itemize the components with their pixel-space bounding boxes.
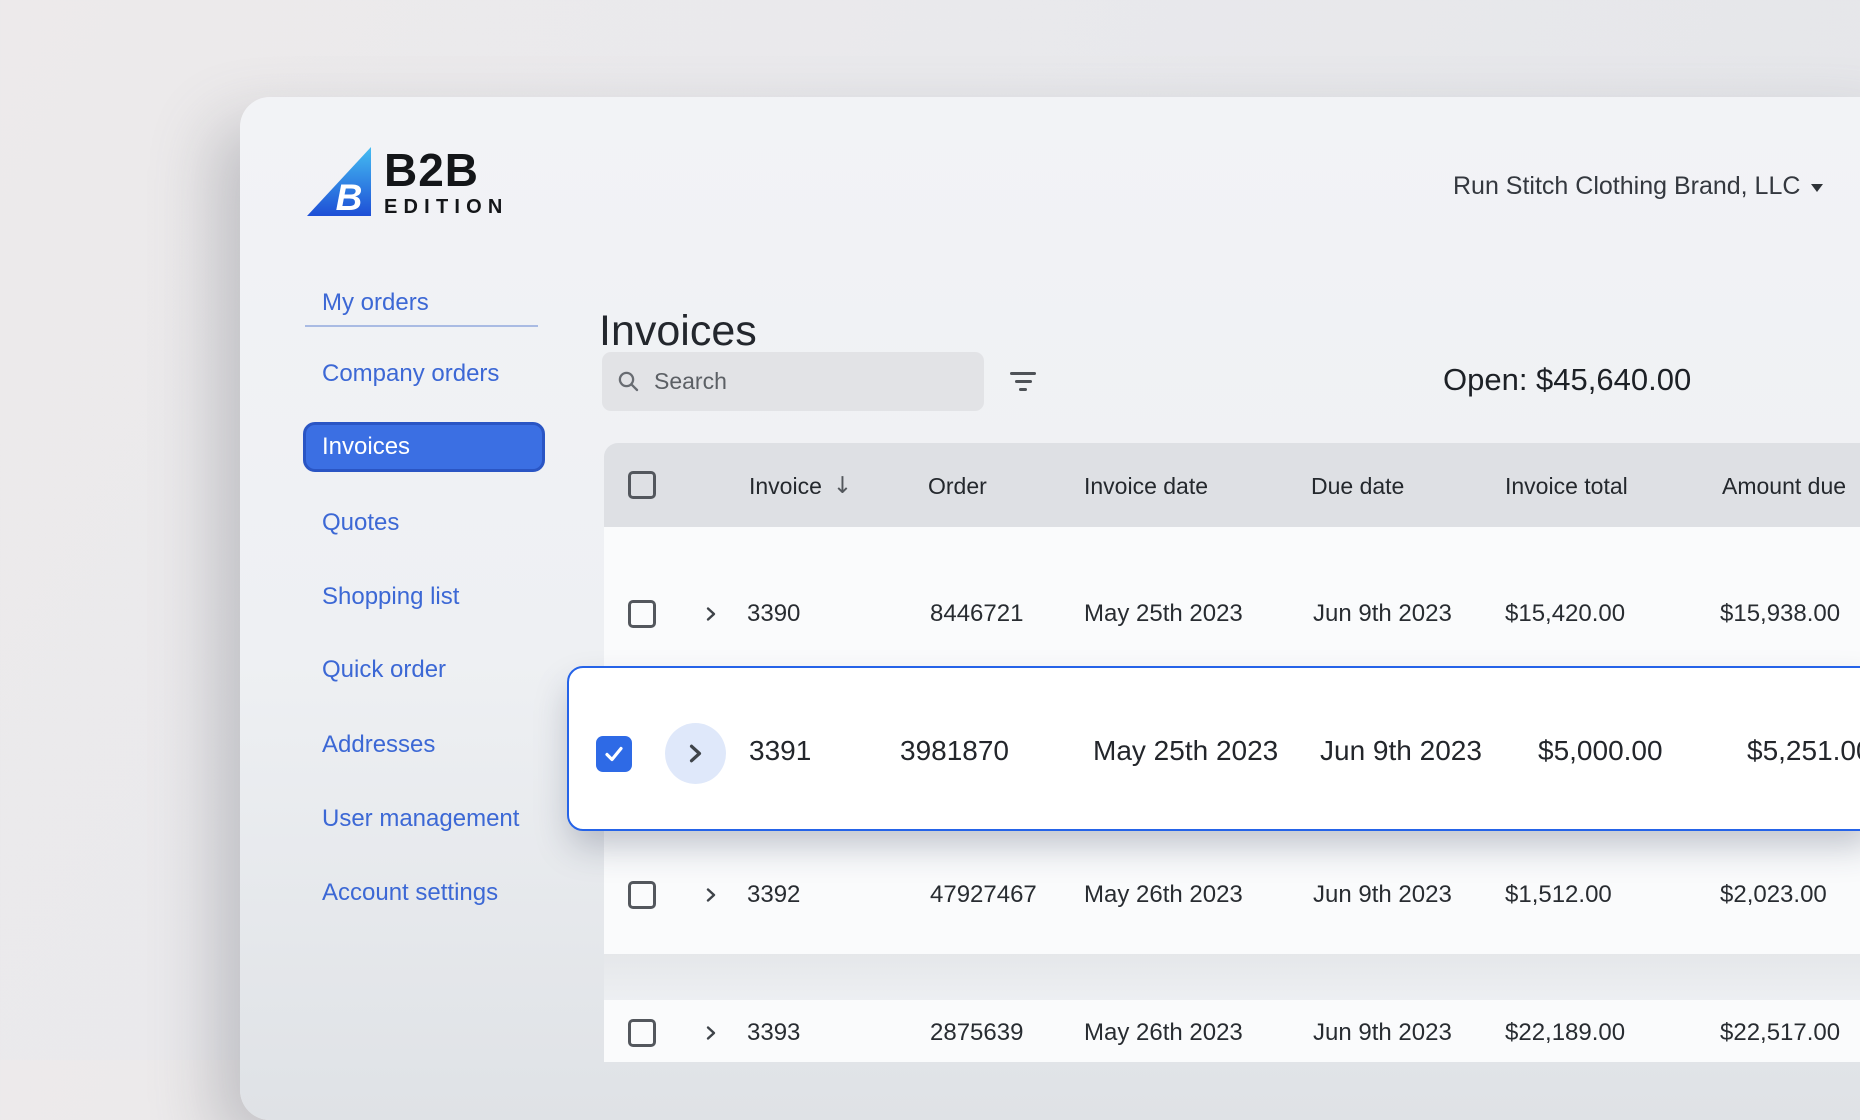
brand-logo[interactable]: B B2B EDITION: [307, 147, 509, 219]
invoices-table-header: Invoice ↓ Order Invoice date Due date In…: [604, 443, 1860, 527]
cell-invoice-total: $22,189.00: [1505, 1018, 1625, 1048]
column-header-due-date[interactable]: Due date: [1311, 472, 1404, 500]
cell-invoice-date: May 26th 2023: [1084, 880, 1243, 910]
cell-amount-due: $5,251.00: [1747, 734, 1860, 768]
sidebar-item-shopping-list[interactable]: Shopping list: [322, 582, 459, 612]
column-header-invoice-total[interactable]: Invoice total: [1505, 472, 1628, 500]
sidebar-item-invoices-active[interactable]: Invoices: [303, 422, 545, 472]
row-checkbox[interactable]: [628, 600, 656, 628]
cell-order: 3981870: [900, 734, 1009, 768]
expand-chevron-icon[interactable]: [703, 887, 719, 903]
svg-text:B: B: [336, 177, 363, 216]
cell-amount-due: $22,517.00: [1720, 1018, 1840, 1048]
cell-due-date: Jun 9th 2023: [1313, 880, 1452, 910]
rows-gap-band: [604, 954, 1860, 1000]
column-header-order[interactable]: Order: [928, 472, 987, 500]
table-row-invoice-3393[interactable]: 3393 2875639 May 26th 2023 Jun 9th 2023 …: [604, 1000, 1860, 1062]
table-row-invoice-3390[interactable]: 3390 8446721 May 25th 2023 Jun 9th 2023 …: [604, 527, 1860, 666]
invoice-search: [602, 352, 984, 411]
cell-order: 8446721: [930, 599, 1023, 629]
expand-chevron-icon[interactable]: [703, 1025, 719, 1041]
cell-due-date: Jun 9th 2023: [1313, 599, 1452, 629]
filter-icon: [1010, 372, 1036, 375]
open-amount-summary: Open: $45,640.00: [1443, 361, 1691, 399]
sort-arrow-icon: ↓: [833, 472, 852, 500]
cell-order: 2875639: [930, 1018, 1023, 1048]
company-selector-label: Run Stitch Clothing Brand, LLC: [1453, 171, 1800, 201]
row-checkbox[interactable]: [628, 881, 656, 909]
caret-down-icon: [1811, 184, 1823, 192]
sidebar-item-company-orders[interactable]: Company orders: [322, 359, 499, 389]
cell-due-date: Jun 9th 2023: [1313, 1018, 1452, 1048]
logo-text-sub: EDITION: [384, 196, 509, 219]
cell-invoice-total: $5,000.00: [1538, 734, 1663, 768]
cell-invoice: 3392: [747, 880, 800, 910]
search-icon: [617, 370, 640, 393]
expand-chevron-icon: [685, 743, 706, 764]
cell-amount-due: $2,023.00: [1720, 880, 1827, 910]
table-row-invoice-3391-selected[interactable]: 3391 3981870 May 25th 2023 Jun 9th 2023 …: [567, 666, 1860, 831]
checkmark-icon: [603, 743, 625, 765]
cell-invoice-total: $15,420.00: [1505, 599, 1625, 629]
cell-invoice: 3393: [747, 1018, 800, 1048]
sidebar-item-account-settings[interactable]: Account settings: [322, 878, 498, 908]
sidebar-item-invoices-label: Invoices: [322, 433, 410, 461]
b2b-logo-mark-icon: B: [307, 147, 371, 216]
row-checkbox-checked[interactable]: [596, 736, 632, 772]
table-row-invoice-3392[interactable]: 3392 47927467 May 26th 2023 Jun 9th 2023…: [604, 831, 1860, 954]
column-header-amount-due[interactable]: Amount due: [1722, 472, 1846, 500]
cell-invoice-date: May 25th 2023: [1093, 734, 1278, 768]
sidebar-item-quick-order[interactable]: Quick order: [322, 655, 446, 685]
cell-due-date: Jun 9th 2023: [1320, 734, 1482, 768]
page-title: Invoices: [599, 308, 757, 354]
sidebar-divider: [305, 325, 538, 327]
cell-invoice-date: May 25th 2023: [1084, 599, 1243, 629]
cell-invoice-total: $1,512.00: [1505, 880, 1612, 910]
cell-invoice-date: May 26th 2023: [1084, 1018, 1243, 1048]
sidebar-item-user-management[interactable]: User management: [322, 804, 519, 834]
select-all-checkbox[interactable]: [628, 471, 656, 499]
column-header-invoice-date[interactable]: Invoice date: [1084, 472, 1208, 500]
sidebar-item-addresses[interactable]: Addresses: [322, 730, 435, 760]
cell-order: 47927467: [930, 880, 1037, 910]
cell-invoice: 3390: [747, 599, 800, 629]
expand-row-button[interactable]: [665, 723, 726, 784]
row-checkbox[interactable]: [628, 1019, 656, 1047]
company-selector[interactable]: Run Stitch Clothing Brand, LLC: [1453, 171, 1823, 201]
sidebar-item-quotes[interactable]: Quotes: [322, 508, 399, 538]
search-input[interactable]: [652, 367, 969, 396]
sidebar-item-my-orders[interactable]: My orders: [322, 288, 429, 318]
expand-chevron-icon[interactable]: [703, 606, 719, 622]
column-header-invoice[interactable]: Invoice ↓: [749, 472, 852, 500]
cell-invoice: 3391: [749, 734, 811, 768]
logo-text-main: B2B: [384, 147, 509, 193]
cell-amount-due: $15,938.00: [1720, 599, 1840, 629]
filter-button[interactable]: [1006, 365, 1040, 397]
